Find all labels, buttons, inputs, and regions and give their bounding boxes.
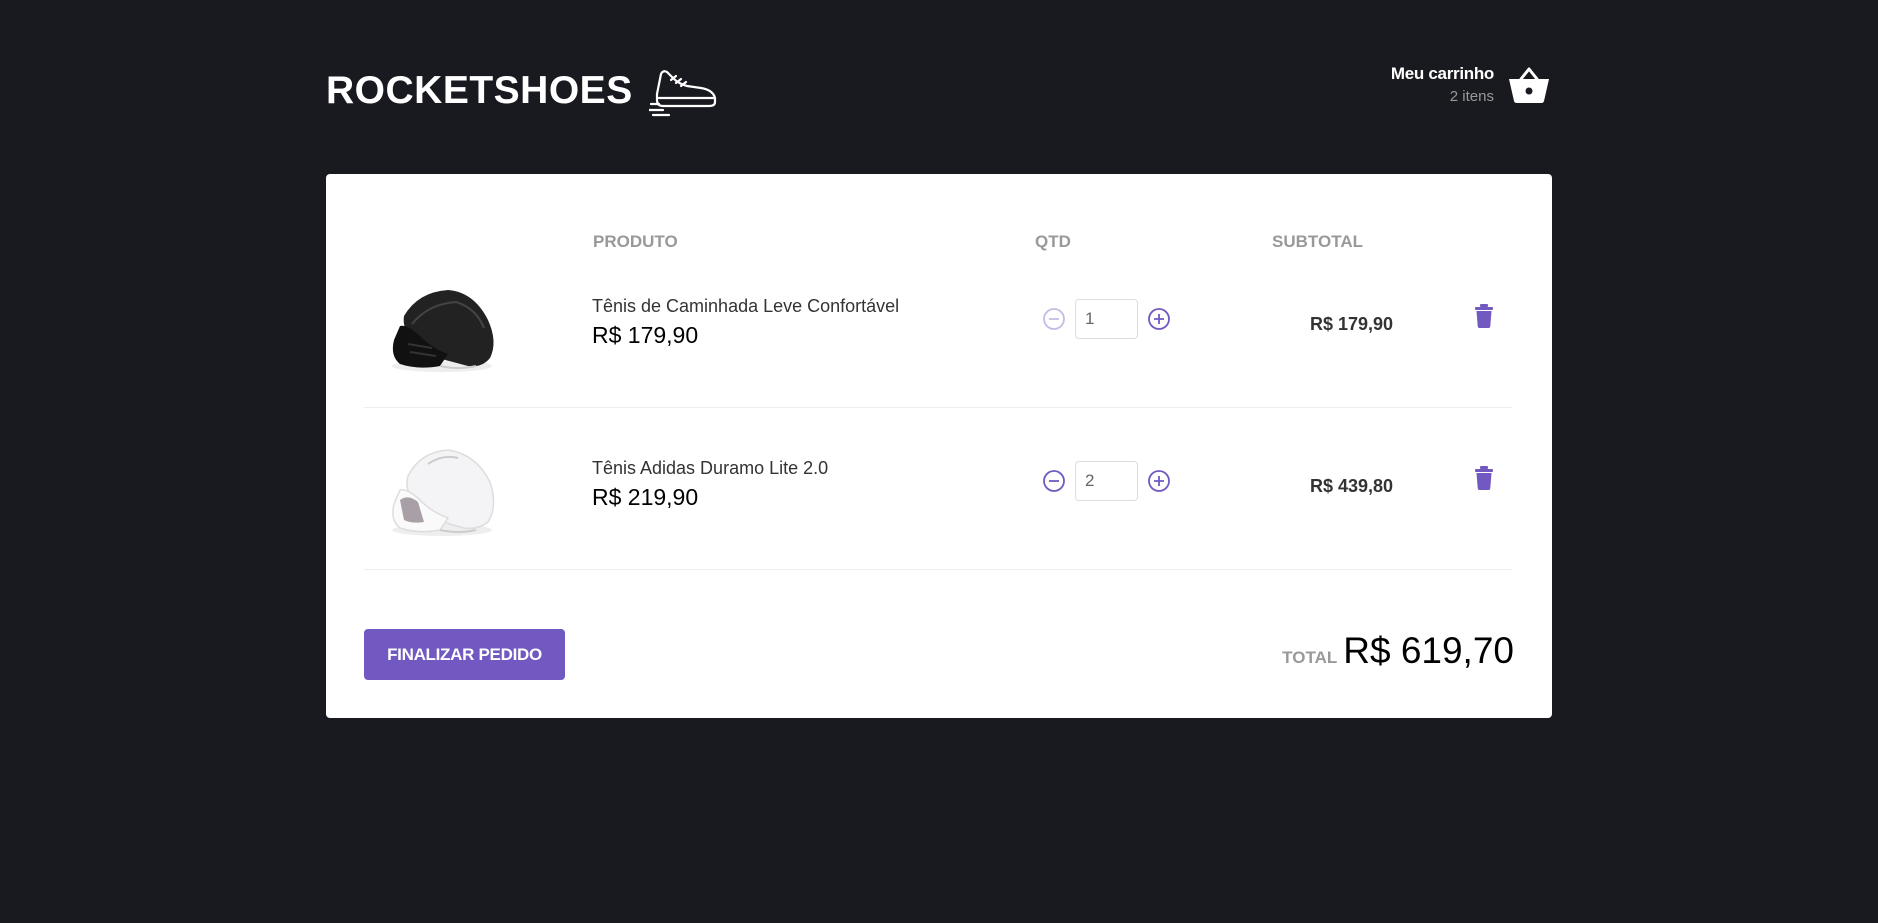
- total-value: R$ 619,70: [1343, 630, 1514, 671]
- cart-row: Tênis Adidas Duramo Lite 2.0 R$ 219,90 2…: [364, 408, 1512, 570]
- total-label: TOTAL: [1282, 648, 1338, 667]
- cart-summary: Meu carrinho 2 itens: [1391, 64, 1494, 105]
- minus-circle-icon[interactable]: [1042, 469, 1066, 493]
- basket-icon: [1509, 67, 1549, 103]
- product-title: Tênis Adidas Duramo Lite 2.0: [592, 458, 829, 478]
- cart-title: Meu carrinho: [1390, 64, 1494, 83]
- product-title: Tênis de Caminhada Leve Confortável: [592, 296, 900, 316]
- logo-link[interactable]: ROCKETSHOES: [326, 56, 719, 126]
- sneaker-icon: [648, 70, 716, 117]
- trash-icon[interactable]: [1474, 304, 1494, 328]
- quantity-stepper: 2: [1042, 461, 1171, 501]
- checkout-button[interactable]: FINALIZAR PEDIDO: [364, 629, 565, 680]
- row-subtotal: R$ 439,80: [1310, 476, 1394, 496]
- logo-text: ROCKETSHOES: [326, 69, 633, 112]
- cart-row: Tênis de Caminhada Leve Confortável R$ 1…: [364, 246, 1512, 408]
- trash-icon[interactable]: [1474, 466, 1494, 490]
- product-image-white-sneaker: [392, 449, 495, 536]
- row-subtotal: R$ 179,90: [1310, 314, 1394, 334]
- header: ROCKETSHOES Meu carrinho 2 itens: [326, 56, 1552, 126]
- product-price: R$ 219,90: [592, 484, 699, 510]
- plus-circle-icon[interactable]: [1147, 307, 1171, 331]
- order-total: TOTAL R$ 619,70: [1282, 630, 1514, 672]
- cart-count: 2 itens: [1449, 88, 1494, 105]
- cart-panel: PRODUTO QTD SUBTOTAL Tênis de Caminhada …: [326, 174, 1552, 718]
- quantity-input[interactable]: 2: [1075, 461, 1138, 501]
- quantity-stepper: 1: [1042, 299, 1171, 339]
- minus-circle-icon[interactable]: [1042, 307, 1066, 331]
- cart-link[interactable]: Meu carrinho 2 itens: [1391, 64, 1550, 105]
- quantity-input[interactable]: 1: [1075, 299, 1138, 339]
- product-price: R$ 179,90: [592, 322, 699, 348]
- plus-circle-icon[interactable]: [1147, 469, 1171, 493]
- product-image-black-sneaker: [392, 290, 494, 372]
